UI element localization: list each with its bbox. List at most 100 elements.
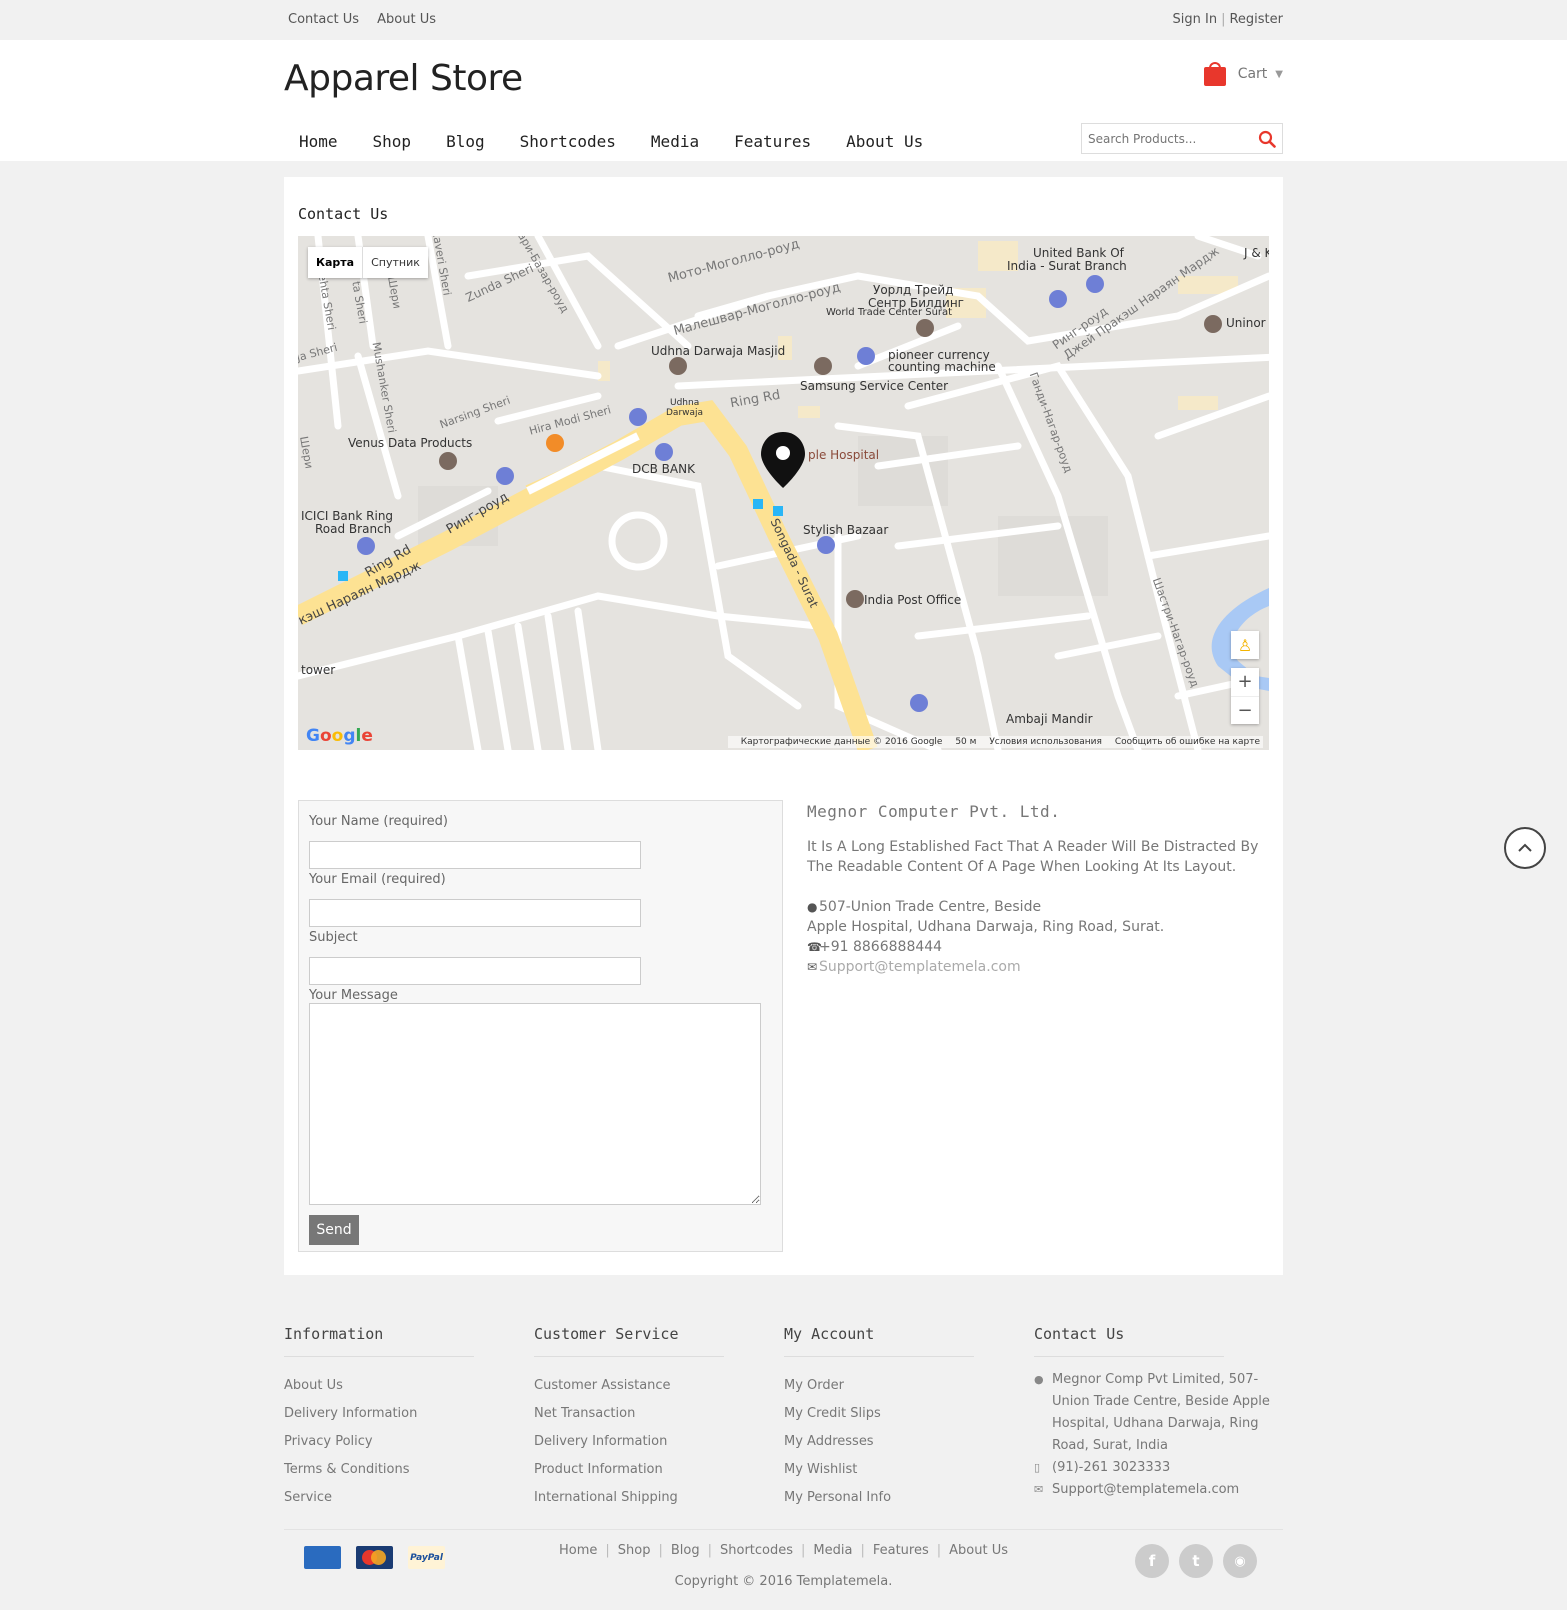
footer-nav-media[interactable]: Media [813,1543,852,1558]
map-label: India Post Office [864,593,962,607]
store-logo[interactable]: Apparel Store [284,58,523,99]
map-marker-icon: ● [1034,1373,1044,1386]
google-logo[interactable]: Google [306,726,373,746]
email-field[interactable] [309,899,641,927]
footer-link[interactable]: Customer Assistance [534,1372,724,1400]
footer-phone: (91)-261 3023333 [1052,1460,1171,1475]
map-label: J & K [1244,246,1269,260]
footer-nav-shortcodes[interactable]: Shortcodes [720,1543,793,1558]
footer-my-account: My Account My Order My Credit Slips My A… [784,1325,974,1512]
map-label: Uninor [1226,316,1266,330]
map-label: Darwaja [666,408,704,418]
facebook-icon[interactable]: f [1135,1544,1169,1578]
nav-about-us[interactable]: About Us [846,132,923,151]
top-link-about-us[interactable]: About Us [377,12,436,27]
zoom-control: + − [1231,668,1259,724]
back-to-top-button[interactable] [1504,827,1546,869]
map-label: Venus Data Products [348,436,473,450]
footer-nav-home[interactable]: Home [559,1543,597,1558]
nav-shortcodes[interactable]: Shortcodes [520,132,616,151]
footer-heading: Information [284,1325,474,1357]
page-title: Contact Us [298,205,389,223]
map-label: ICICI Bank Ring [301,509,394,523]
footer-nav-shop[interactable]: Shop [618,1543,651,1558]
map-type-map-button[interactable]: Карта [308,247,364,278]
top-link-contact-us[interactable]: Contact Us [288,12,359,27]
map-label: Udhna Darwaja Masjid [651,344,786,358]
account-links: Sign In | Register [1173,12,1283,27]
register-link[interactable]: Register [1229,12,1283,27]
chevron-down-icon: ▼ [1275,68,1283,80]
footer-address: Megnor Comp Pvt Limited, 507-Union Trade… [1052,1372,1270,1453]
envelope-icon: ✉ [807,960,818,974]
footer-nav-about-us[interactable]: About Us [949,1543,1008,1558]
footer-link[interactable]: International Shipping [534,1484,724,1512]
nav-blog[interactable]: Blog [446,132,485,151]
footer-nav-blog[interactable]: Blog [671,1543,700,1558]
footer-heading: Contact Us [1034,1325,1224,1357]
map-report-link[interactable]: Сообщить об ошибке на карте [1115,737,1260,747]
twitter-icon[interactable]: t [1179,1544,1213,1578]
footer-link[interactable]: Delivery Information [534,1428,724,1456]
cart-button[interactable]: Cart ▼ [1203,62,1283,86]
company-phone: +91 8866888444 [819,939,943,955]
phone-icon: ▯ [1034,1461,1041,1474]
footer-link[interactable]: Net Transaction [534,1400,724,1428]
nav-shop[interactable]: Shop [373,132,412,151]
map-label: Ambaji Mandir [1006,712,1093,726]
footer-nav-features[interactable]: Features [873,1543,929,1558]
map-label: Road Branch [315,522,392,536]
map-label: Udhna [670,398,700,408]
google-map[interactable]: Мото-Моголло-роуд Малешвар-Моголло-роуд … [298,236,1269,750]
cart-label: Cart [1237,66,1268,82]
zoom-in-button[interactable]: + [1231,668,1259,696]
map-label: ple Hospital [808,448,880,462]
footer-link[interactable]: Product Information [534,1456,724,1484]
search-icon[interactable] [1258,130,1276,148]
name-field[interactable] [309,841,641,869]
search-input[interactable] [1082,124,1252,153]
footer-link[interactable]: Terms & Conditions [284,1456,474,1484]
footer-email[interactable]: Support@templatemela.com [1052,1482,1239,1497]
footer-heading: Customer Service [534,1325,724,1357]
nav-home[interactable]: Home [299,132,338,151]
footer-link[interactable]: My Credit Slips [784,1400,974,1428]
map-label: Уорлд Трейд [873,283,954,297]
separator: | [1221,12,1226,27]
subject-field[interactable] [309,957,641,985]
footer-heading: My Account [784,1325,974,1357]
map-label: World Trade Center Surat [826,307,953,318]
send-button[interactable]: Send [309,1215,359,1245]
company-info: Megnor Computer Pvt. Ltd. It Is A Long E… [807,802,1267,977]
zoom-out-button[interactable]: − [1231,696,1259,724]
map-label: Samsung Service Center [800,379,949,393]
message-label: Your Message [309,988,398,1003]
footer-link[interactable]: Service [284,1484,474,1512]
company-email-link[interactable]: Support@templatemela.com [819,959,1021,975]
company-description: It Is A Long Established Fact That A Rea… [807,839,1259,875]
main-nav: Home Shop Blog Shortcodes Media Features… [299,132,958,151]
footer-link[interactable]: My Personal Info [784,1484,974,1512]
map-label: United Bank Of [1033,246,1124,260]
map-type-satellite-button[interactable]: Спутник [363,247,428,278]
map-label: counting machine [888,360,996,374]
sign-in-link[interactable]: Sign In [1173,12,1218,27]
footer-link[interactable]: My Wishlist [784,1456,974,1484]
footer-link[interactable]: Delivery Information [284,1400,474,1428]
nav-media[interactable]: Media [651,132,699,151]
map-terms-link[interactable]: Условия использования [989,737,1102,747]
footer-link[interactable]: My Addresses [784,1428,974,1456]
search-box [1081,123,1283,154]
map-label: tower [301,663,336,677]
footer-link[interactable]: My Order [784,1372,974,1400]
footer-link[interactable]: Privacy Policy [284,1428,474,1456]
company-name: Megnor Computer Pvt. Ltd. [807,802,1061,821]
pegman-icon[interactable]: ♙ [1231,631,1259,659]
map-scale: 50 м [955,737,977,747]
phone-icon: ☎ [807,940,822,954]
message-field[interactable] [309,1003,761,1205]
map-label: DCB BANK [632,462,695,476]
nav-features[interactable]: Features [734,132,811,151]
footer-link[interactable]: About Us [284,1372,474,1400]
rss-icon[interactable]: ◉ [1223,1544,1257,1578]
